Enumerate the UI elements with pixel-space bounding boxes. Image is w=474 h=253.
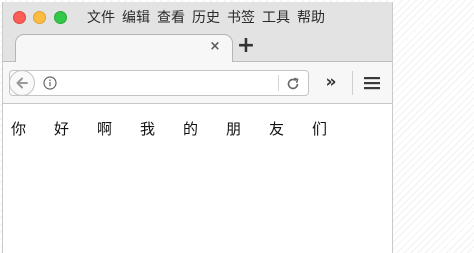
menu-item-help[interactable]: 帮助 [297, 10, 325, 26]
page-content: 你好啊我的朋友们 [3, 104, 392, 253]
back-arrow-icon [16, 77, 28, 89]
navigation-toolbar: » [3, 62, 392, 104]
reload-icon[interactable] [285, 76, 301, 92]
tab-active[interactable]: × [15, 34, 233, 62]
browser-window: 文件 编辑 查看 历史 书签 工具 帮助 × + » 你好啊我的朋友们 [2, 2, 393, 253]
menu-bar: 文件 编辑 查看 历史 书签 工具 帮助 [87, 10, 325, 26]
page-text: 你好啊我的朋友们 [11, 120, 356, 138]
menu-item-view[interactable]: 查看 [157, 10, 185, 26]
back-button[interactable] [9, 70, 35, 96]
menu-item-file[interactable]: 文件 [87, 10, 115, 26]
menu-item-edit[interactable]: 编辑 [122, 10, 150, 26]
hamburger-menu-icon[interactable] [363, 74, 381, 92]
menu-item-history[interactable]: 历史 [192, 10, 220, 26]
toolbar-divider [352, 71, 353, 95]
url-input[interactable] [62, 74, 272, 92]
url-bar-divider [278, 75, 279, 91]
new-tab-button[interactable]: + [236, 35, 256, 57]
desktop-background: 文件 编辑 查看 历史 书签 工具 帮助 × + » 你好啊我的朋友们 [0, 0, 474, 253]
menu-item-tools[interactable]: 工具 [262, 10, 290, 26]
info-icon[interactable] [43, 76, 57, 90]
maximize-window-button[interactable] [54, 11, 67, 24]
tab-close-button[interactable]: × [208, 40, 222, 54]
close-window-button[interactable] [13, 11, 26, 24]
url-bar[interactable] [9, 70, 309, 96]
tab-strip: × + [3, 32, 392, 62]
title-bar: 文件 编辑 查看 历史 书签 工具 帮助 [3, 2, 392, 32]
minimize-window-button[interactable] [33, 11, 46, 24]
menu-item-bookmarks[interactable]: 书签 [227, 10, 255, 26]
toolbar-overflow-button[interactable]: » [321, 72, 341, 92]
